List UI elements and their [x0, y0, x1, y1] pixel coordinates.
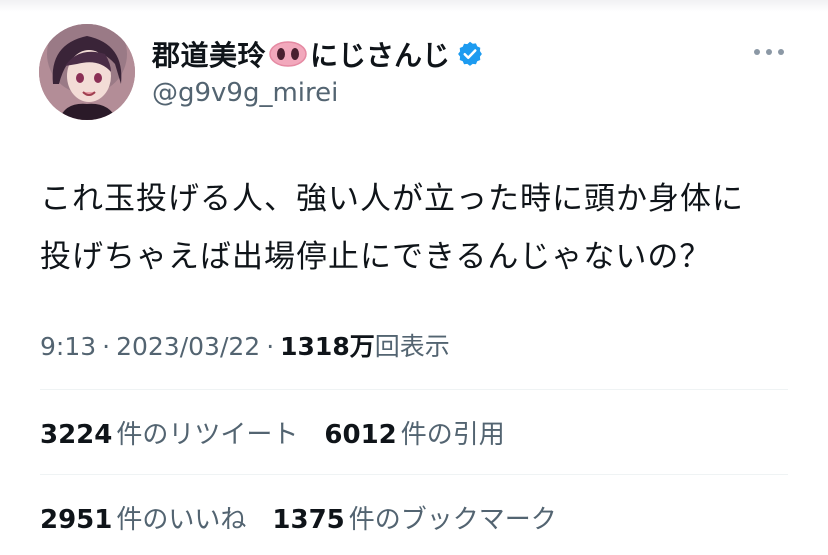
- bookmarks-stat[interactable]: 1375 件のブックマーク: [272, 499, 556, 536]
- more-options-icon[interactable]: [752, 44, 786, 58]
- retweets-label: 件のリツイート: [116, 420, 299, 450]
- bookmarks-label: 件のブックマーク: [348, 505, 557, 535]
- meta-separator: ·: [266, 332, 275, 361]
- views-label: 回表示: [374, 332, 450, 361]
- quotes-count: 6012: [324, 420, 397, 450]
- pig-nose-icon: [268, 40, 308, 68]
- stats-row-engagement: 2951 件のいいね 1375 件のブックマーク: [40, 499, 583, 536]
- tweet-meta: 9:13 · 2023/03/22 · 1318万 回表示: [40, 327, 450, 363]
- avatar[interactable]: [39, 24, 135, 120]
- bookmarks-count: 1375: [272, 505, 345, 535]
- verified-badge-icon: [456, 40, 484, 68]
- meta-separator: ·: [102, 332, 111, 361]
- display-name[interactable]: 郡道美玲: [152, 34, 266, 74]
- author-name-row[interactable]: 郡道美玲 にじさんじ: [152, 34, 484, 74]
- stats-row-shares: 3224 件のリツイート 6012 件の引用: [40, 414, 531, 451]
- likes-stat[interactable]: 2951 件のいいね: [40, 499, 246, 536]
- quotes-label: 件の引用: [400, 420, 505, 450]
- tweet-text-line: 投げちゃえば出場停止にできるんじゃないの？: [40, 239, 712, 275]
- tweet-text: これ玉投げる人、強い人が立った時に頭か身体に 投げちゃえば出場停止にできるんじゃ…: [40, 170, 800, 286]
- likes-count: 2951: [40, 505, 113, 535]
- views-count: 1318万: [280, 332, 375, 361]
- display-name-suffix[interactable]: にじさんじ: [310, 34, 450, 74]
- handle[interactable]: @g9v9g_mirei: [152, 78, 338, 108]
- divider: [40, 474, 788, 475]
- tweet-time[interactable]: 9:13: [40, 332, 96, 361]
- tweet-detail-view: 郡道美玲 にじさんじ @g9v9g_mirei これ玉投げる人、強い人が立った時…: [0, 0, 828, 555]
- top-edge: [0, 0, 828, 12]
- retweets-stat[interactable]: 3224 件のリツイート: [40, 414, 298, 451]
- tweet-text-line: これ玉投げる人、強い人が立った時に頭か身体に: [40, 181, 744, 217]
- tweet-date[interactable]: 2023/03/22: [116, 332, 260, 361]
- likes-label: 件のいいね: [116, 505, 247, 535]
- retweets-count: 3224: [40, 420, 113, 450]
- divider: [40, 389, 788, 390]
- quotes-stat[interactable]: 6012 件の引用: [324, 414, 504, 451]
